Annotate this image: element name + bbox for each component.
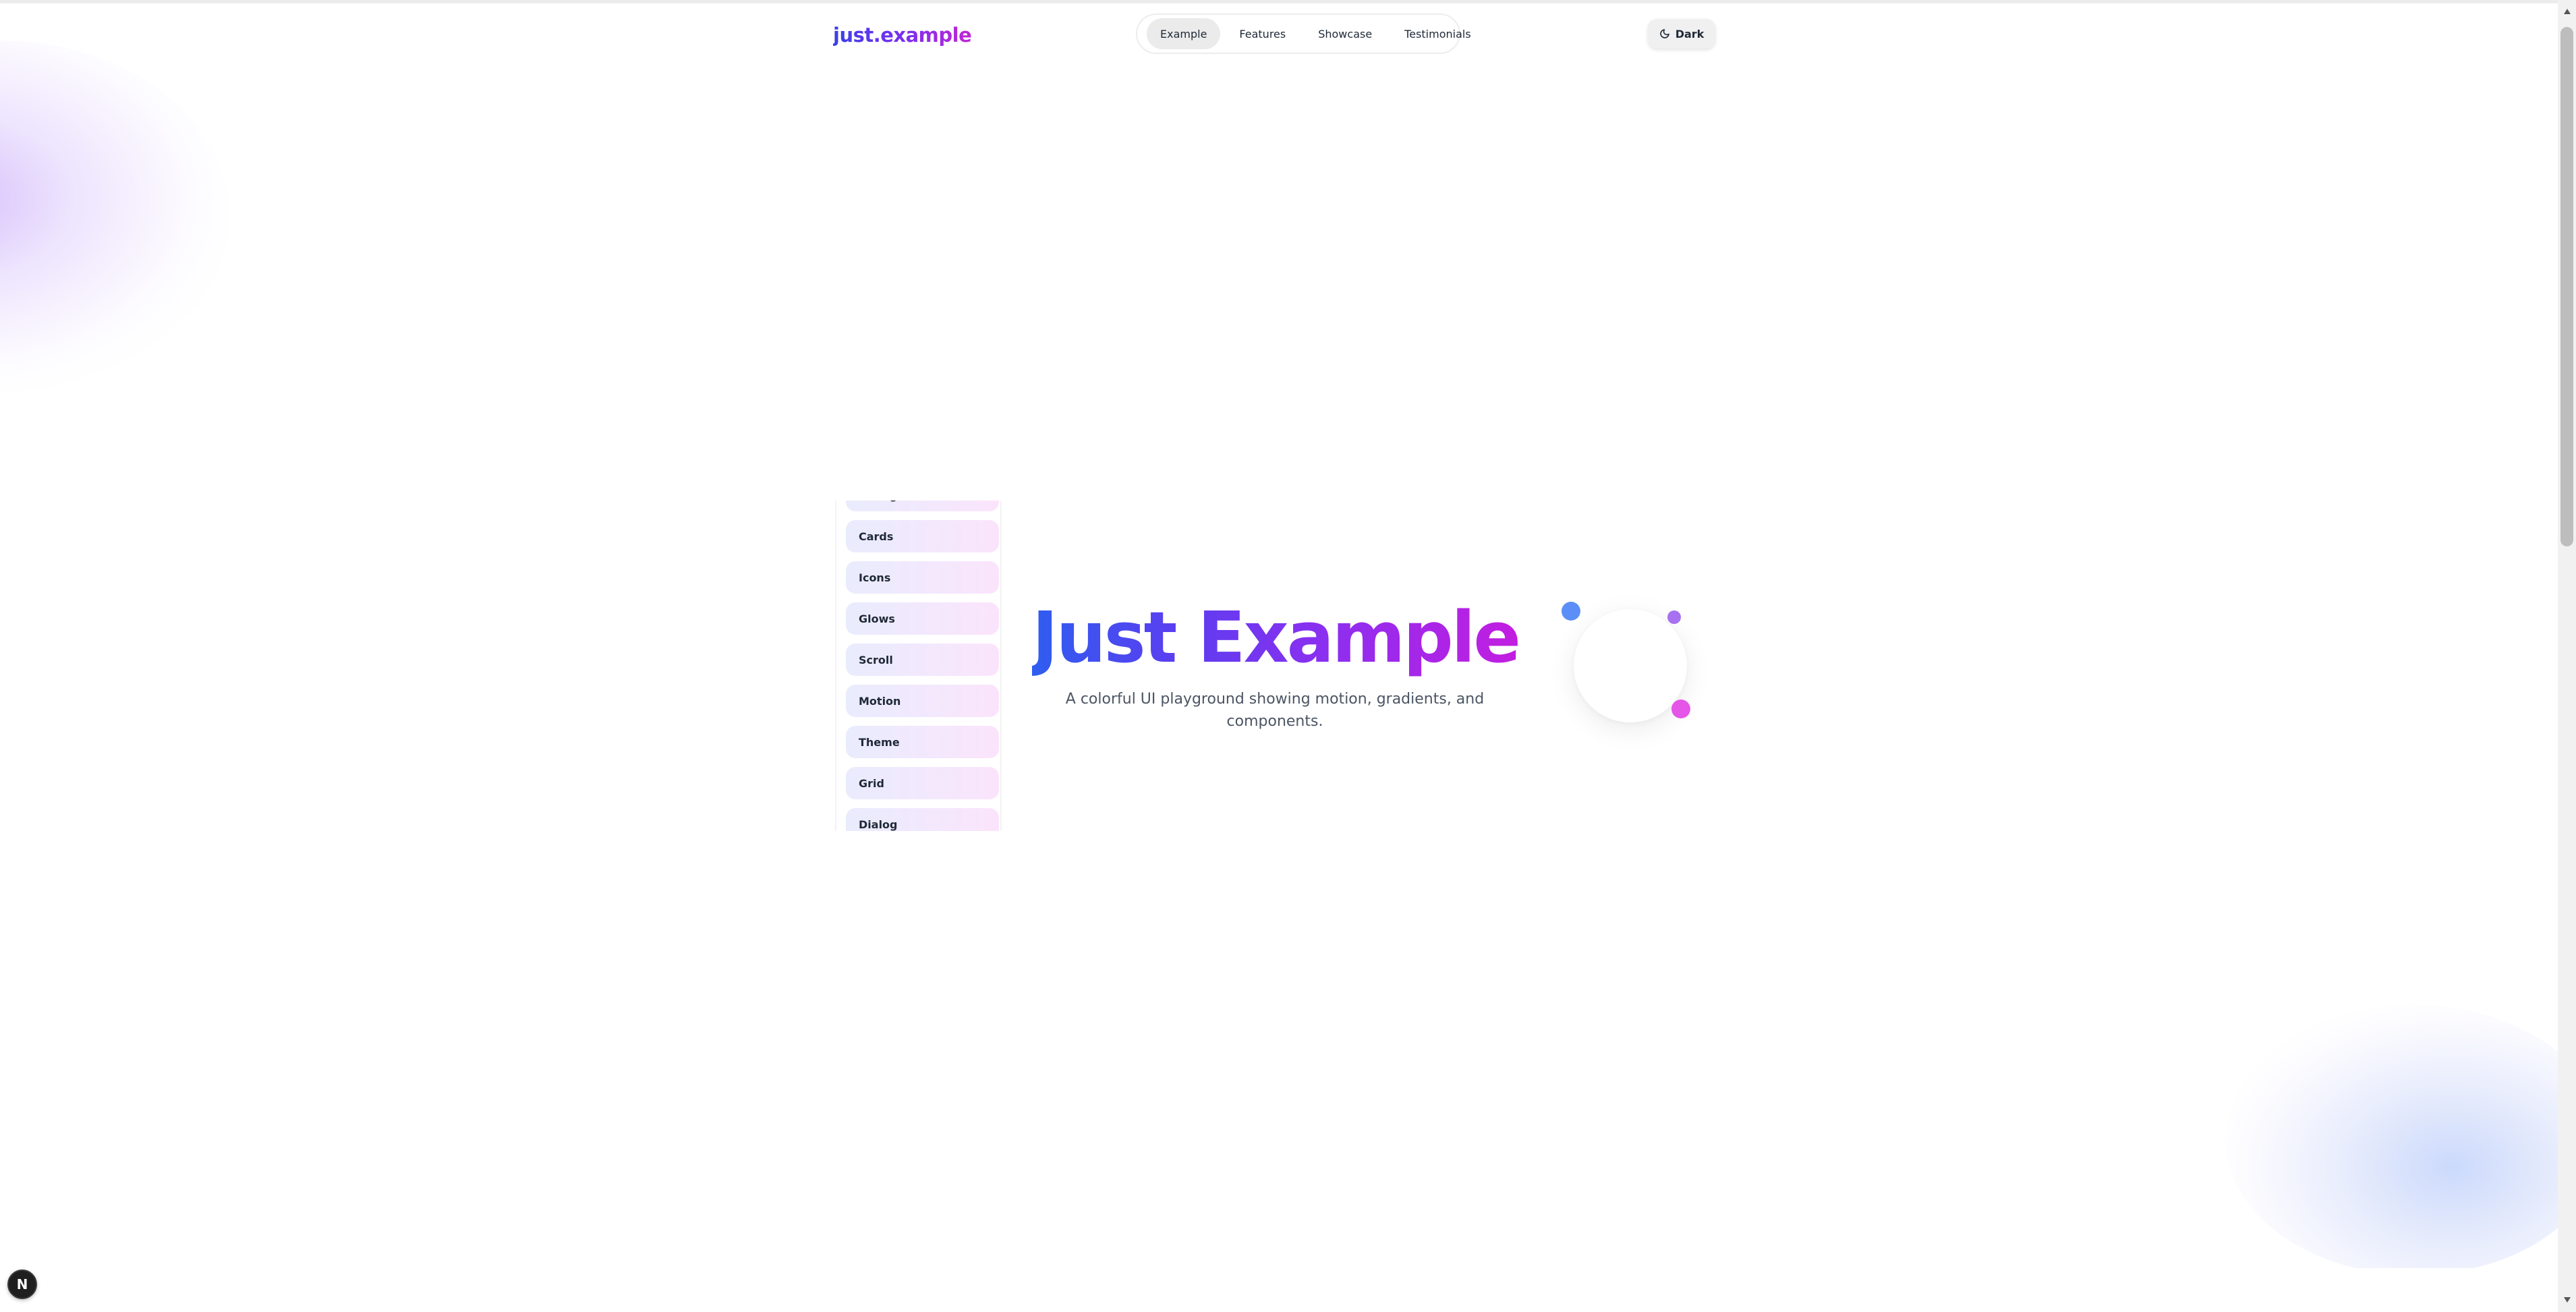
nextjs-logo-icon: N xyxy=(16,1276,28,1292)
nav-item-showcase[interactable]: Showcase xyxy=(1305,18,1385,49)
nav-item-features[interactable]: Features xyxy=(1226,18,1299,49)
orbit-dot-pink xyxy=(1671,700,1690,718)
nextjs-dev-badge[interactable]: N xyxy=(7,1270,37,1299)
component-list-track: Dialog Cards Icons Glows Scroll Motion T… xyxy=(846,501,999,831)
background-glow-top-left xyxy=(0,40,229,391)
list-item[interactable]: Scroll xyxy=(846,644,999,676)
scroll-up-arrow-icon[interactable] xyxy=(2560,5,2573,18)
scrollbar-thumb[interactable] xyxy=(2560,27,2573,546)
orbit-circle xyxy=(1574,609,1687,722)
list-item[interactable]: Cards xyxy=(846,520,999,552)
list-item[interactable]: Theme xyxy=(846,726,999,758)
list-item[interactable]: Glows xyxy=(846,602,999,635)
background-glow-bottom-right xyxy=(2226,1005,2576,1275)
list-item[interactable]: Motion xyxy=(846,685,999,717)
main-nav: Example Features Showcase Testimonials xyxy=(1136,13,1471,54)
hero-subtitle: A colorful UI playground showing motion,… xyxy=(1065,691,1485,730)
moon-icon xyxy=(1659,28,1670,39)
site-logo[interactable]: just.example xyxy=(833,20,972,50)
list-item[interactable]: Dialog xyxy=(846,501,999,511)
top-border xyxy=(0,0,2576,3)
list-item[interactable]: Dialog xyxy=(846,808,999,831)
page-bottom-strip xyxy=(0,1268,2576,1312)
theme-toggle-label: Dark xyxy=(1675,27,1705,40)
theme-toggle-button[interactable]: Dark xyxy=(1648,19,1715,49)
nav-item-example[interactable]: Example xyxy=(1147,18,1221,49)
list-item[interactable]: Icons xyxy=(846,561,999,594)
orbit-dot-blue xyxy=(1562,602,1580,621)
component-list[interactable]: Dialog Cards Icons Glows Scroll Motion T… xyxy=(835,501,1002,831)
orbit-dot-violet xyxy=(1667,610,1681,624)
nav-item-testimonials[interactable]: Testimonials xyxy=(1391,18,1485,49)
page: just.example Example Features Showcase T… xyxy=(0,0,2576,1312)
hero-title: Just Example xyxy=(1032,594,1521,681)
list-item[interactable]: Grid xyxy=(846,767,999,799)
scroll-down-arrow-icon[interactable] xyxy=(2560,1294,2573,1306)
